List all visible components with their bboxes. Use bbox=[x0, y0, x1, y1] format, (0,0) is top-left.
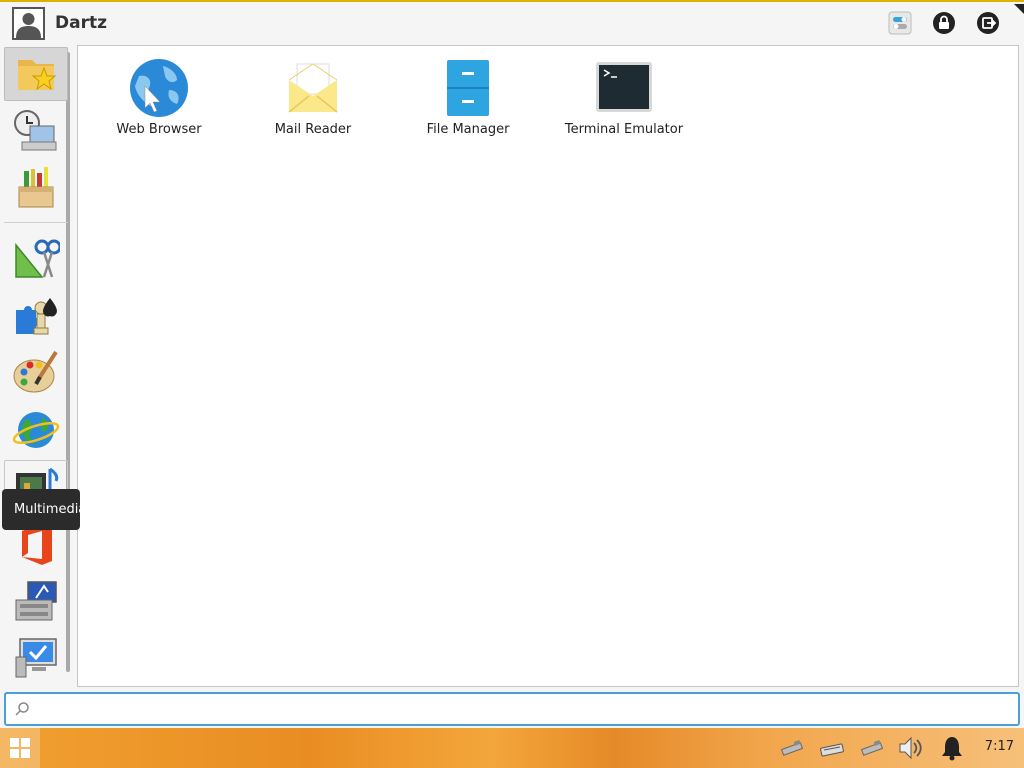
sidebar-separator bbox=[4, 222, 68, 223]
applications-box-icon bbox=[18, 167, 54, 208]
category-recently-used[interactable] bbox=[4, 104, 68, 158]
graphics-palette-icon bbox=[13, 350, 58, 393]
app-terminal-emulator[interactable]: Terminal Emulator bbox=[549, 58, 699, 148]
category-tooltip: Multimedia bbox=[2, 489, 80, 530]
notification-bell-icon[interactable] bbox=[938, 734, 966, 762]
whisker-menu: Dartz Web Browser Mail Reader File Manag… bbox=[0, 0, 1024, 728]
start-button[interactable] bbox=[0, 728, 40, 768]
file-cabinet-icon bbox=[438, 58, 498, 118]
clock-computer-icon bbox=[14, 110, 57, 151]
app-label: Web Browser bbox=[116, 122, 202, 137]
resize-corner[interactable] bbox=[1014, 4, 1024, 14]
accessories-scissors-icon bbox=[15, 239, 60, 278]
user-name: Dartz bbox=[55, 13, 107, 33]
logout-icon[interactable] bbox=[976, 11, 1000, 35]
category-accessories[interactable] bbox=[4, 232, 68, 286]
web-browser-globe-icon bbox=[129, 58, 189, 118]
terminal-icon bbox=[594, 58, 654, 118]
app-label: Mail Reader bbox=[274, 122, 352, 137]
windows-logo-icon bbox=[10, 738, 30, 758]
app-label: File Manager bbox=[426, 122, 510, 137]
search-input[interactable] bbox=[34, 697, 1008, 723]
category-all-applications[interactable] bbox=[4, 161, 68, 215]
user-avatar-icon[interactable] bbox=[12, 7, 45, 40]
search-box[interactable] bbox=[4, 692, 1020, 726]
app-label: Terminal Emulator bbox=[564, 122, 684, 137]
network-icon[interactable] bbox=[778, 734, 806, 762]
taskbar: 7:17 bbox=[0, 728, 1024, 768]
category-graphics[interactable] bbox=[4, 346, 68, 400]
mail-envelope-icon bbox=[283, 58, 343, 118]
category-internet[interactable] bbox=[4, 403, 68, 457]
app-file-manager[interactable]: File Manager bbox=[393, 58, 543, 148]
network-icon-2[interactable] bbox=[858, 734, 886, 762]
clock[interactable]: 7:17 bbox=[985, 739, 1014, 754]
category-sidebar bbox=[0, 44, 76, 688]
app-web-browser[interactable]: Web Browser bbox=[84, 58, 234, 148]
games-puzzle-icon bbox=[16, 298, 57, 335]
favorites-folder-icon bbox=[18, 60, 57, 91]
category-settings[interactable] bbox=[4, 574, 68, 628]
volume-icon[interactable] bbox=[896, 734, 924, 762]
system-monitor-icon bbox=[15, 638, 57, 678]
category-system[interactable] bbox=[4, 631, 68, 685]
menu-header: Dartz bbox=[0, 2, 1024, 44]
settings-computer-icon bbox=[15, 581, 57, 621]
category-games[interactable] bbox=[4, 289, 68, 343]
keyboard-icon[interactable] bbox=[818, 734, 846, 762]
app-mail-reader[interactable]: Mail Reader bbox=[238, 58, 388, 148]
search-icon bbox=[15, 702, 29, 716]
category-favorites[interactable] bbox=[4, 47, 68, 101]
application-list: Web Browser Mail Reader File Manager Ter… bbox=[77, 45, 1019, 687]
internet-globe-icon bbox=[12, 412, 60, 448]
lock-icon[interactable] bbox=[932, 11, 956, 35]
settings-toggle-icon[interactable] bbox=[888, 11, 912, 35]
